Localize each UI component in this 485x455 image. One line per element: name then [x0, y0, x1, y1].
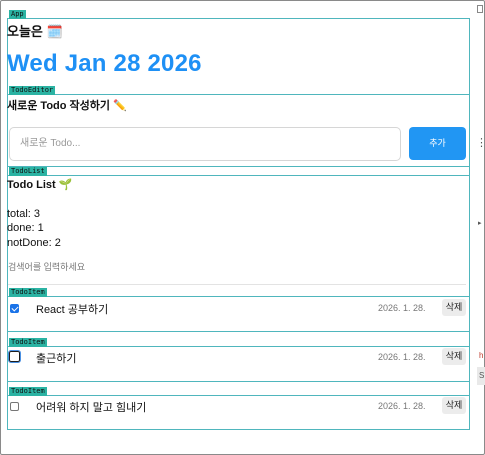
todo-item-tag: TodoItem [9, 288, 47, 297]
todo-item: React 공부하기 2026. 1. 28. 삭제 [8, 297, 467, 321]
delete-button[interactable]: 삭제 [442, 299, 466, 316]
side-letter-h: h [479, 351, 484, 360]
todo-editor-tag: TodoEditor [9, 86, 56, 95]
list-title: Todo List 🌱 [7, 179, 73, 191]
side-box-icon [477, 5, 483, 13]
more-icon[interactable]: ⋮ [476, 136, 485, 149]
todo-date: 2026. 1. 28. [378, 401, 426, 411]
delete-button[interactable]: 삭제 [442, 397, 466, 414]
done-checkbox[interactable] [8, 350, 21, 363]
add-todo-button[interactable]: 추가 [409, 127, 466, 160]
delete-button[interactable]: 삭제 [442, 348, 466, 365]
new-todo-input[interactable]: 새로운 Todo... [9, 127, 401, 161]
editor-title: 새로운 Todo 작성하기 ✏️ [7, 100, 127, 112]
todo-content: 출근하기 [36, 353, 77, 365]
app-tag: App [9, 10, 26, 19]
chevron-right-icon[interactable]: ▸ [478, 219, 482, 227]
side-letter-s: S [479, 371, 485, 380]
done-checkbox[interactable] [10, 304, 19, 313]
stat-not-done: notDone: 2 [7, 237, 61, 249]
todo-content: 어려워 하지 말고 힘내기 [36, 402, 147, 414]
todo-date: 2026. 1. 28. [378, 352, 426, 362]
done-checkbox[interactable] [10, 402, 19, 411]
todo-list-tag: TodoList [9, 167, 47, 176]
todo-item: 어려워 하지 말고 힘내기 2026. 1. 28. 삭제 [8, 395, 467, 419]
todo-content: React 공부하기 [36, 304, 109, 316]
header-title: 오늘은 🗓️ [7, 24, 63, 39]
todo-item: 출근하기 2026. 1. 28. 삭제 [8, 346, 467, 370]
stat-total: total: 3 [7, 208, 41, 220]
stat-done: done: 1 [7, 222, 44, 234]
header-date: Wed Jan 28 2026 [7, 50, 202, 77]
todo-date: 2026. 1. 28. [378, 303, 426, 313]
search-input[interactable]: 검색어를 입력하세요 [8, 260, 466, 285]
